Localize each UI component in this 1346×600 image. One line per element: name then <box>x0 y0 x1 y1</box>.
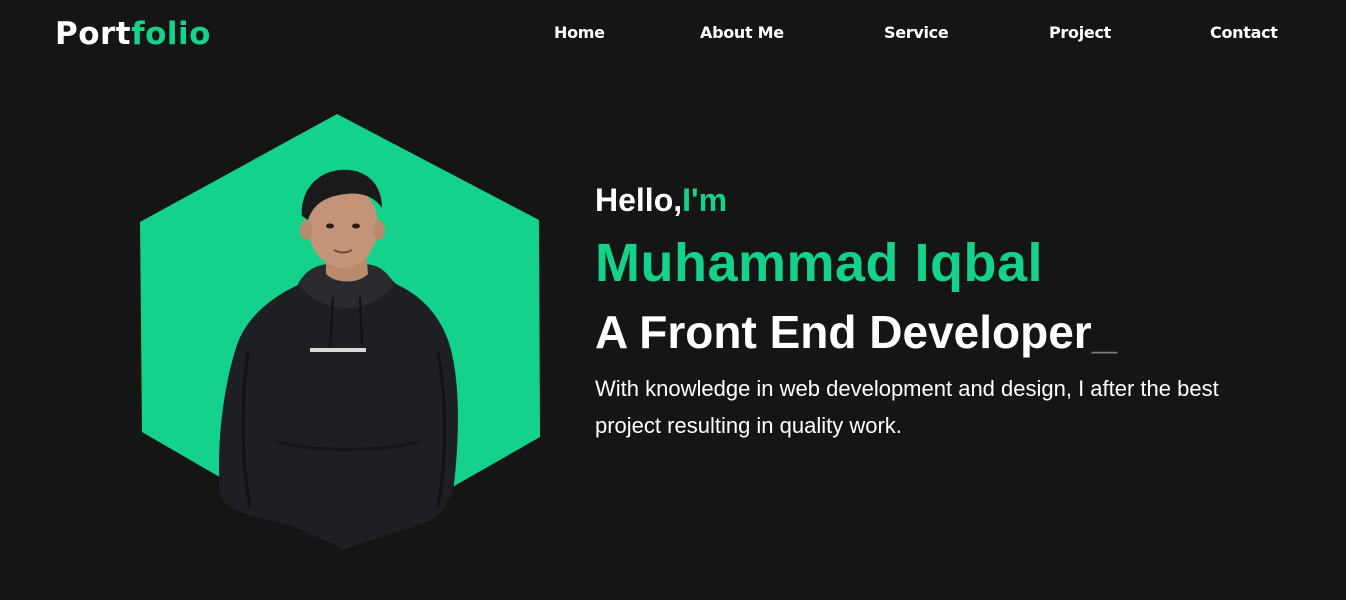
role-text: A Front End Developer <box>595 306 1092 358</box>
nav-link-home[interactable]: Home <box>554 22 605 44</box>
greeting-im: I'm <box>682 182 728 218</box>
nav-link-about-me[interactable]: About Me <box>700 22 784 44</box>
role-heading: A Front End Developer_ <box>595 306 1275 358</box>
developer-name: Muhammad Iqbal <box>595 233 1044 293</box>
greeting-heading: Hello,I'm <box>595 178 1275 222</box>
profile-photo-hexagon <box>138 112 542 552</box>
nav-menu: Home About Me Service Project Contact <box>0 22 1346 46</box>
greeting-hello: Hello, <box>595 182 683 218</box>
profile-photo-graphic <box>140 114 540 549</box>
typing-cursor: _ <box>1091 306 1118 358</box>
nav-link-project[interactable]: Project <box>1049 22 1111 44</box>
nav-link-contact[interactable]: Contact <box>1210 22 1278 44</box>
nav-link-service[interactable]: Service <box>884 22 949 44</box>
hero-intro: Hello,I'm Muhammad Iqbal A Front End Dev… <box>595 178 1275 444</box>
navbar: Portfolio Home About Me Service Project … <box>0 0 1346 70</box>
hero-description: With knowledge in web development and de… <box>595 376 1219 438</box>
